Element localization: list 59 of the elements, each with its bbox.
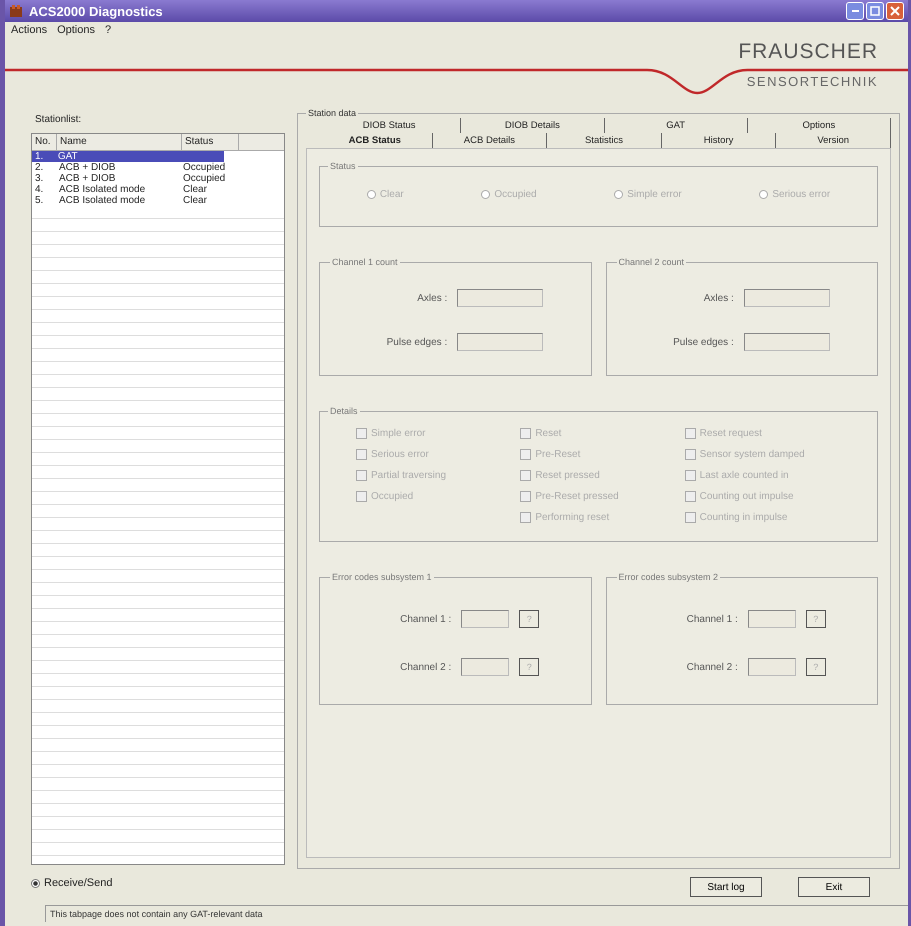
table-cell-text: Occupied: [182, 162, 226, 173]
field-label: Axles :: [702, 292, 734, 304]
table-cell-text: 2.: [34, 162, 44, 173]
menu-item[interactable]: Options: [57, 24, 95, 36]
group-label: Details: [329, 406, 359, 416]
dialog-button[interactable]: Start log: [690, 877, 762, 897]
tab[interactable]: DIOB Details: [461, 118, 604, 133]
logo-text: FRAUSCHER: [738, 40, 878, 64]
field-label: Channel 1 :: [686, 614, 738, 624]
table-cell-text: ACB Isolated mode: [58, 195, 146, 206]
close-icon: [890, 6, 900, 16]
field-label: Pulse edges :: [672, 336, 734, 348]
group-label: Error codes subsystem 2: [618, 572, 720, 582]
table-cell-text: Clear: [182, 195, 208, 206]
app-icon: [9, 4, 23, 18]
station-row[interactable]: 5. ACB Isolated mode Clear: [32, 195, 284, 206]
group-label: Channel 2 count: [618, 257, 686, 267]
stationlist-label: Stationlist:: [35, 114, 82, 125]
status-bar: This tabpage does not contain any GAT-relevant data: [45, 905, 908, 922]
group-label: Station data: [307, 108, 358, 118]
tab[interactable]: GAT: [604, 118, 748, 133]
group-label: Channel 1 count: [331, 257, 399, 267]
table-cell-text: 3.: [34, 173, 44, 184]
station-row[interactable]: 3. ACB + DIOB Occupied: [32, 173, 284, 184]
station-row[interactable]: 2. ACB + DIOB Occupied: [32, 162, 284, 173]
table-cell-text: Occupied: [182, 173, 226, 184]
group-label: Error codes subsystem 1: [331, 572, 433, 582]
field-label: Channel 1 :: [399, 614, 452, 624]
logo-subtitle: SENSORTECHNIK: [746, 74, 878, 89]
tab[interactable]: Options: [748, 118, 891, 133]
tab[interactable]: DIOB Status: [318, 118, 462, 133]
maximize-icon: [870, 6, 880, 16]
table-cell-text: 1.: [34, 151, 44, 162]
field-label: Pulse edges :: [386, 336, 448, 348]
column-header[interactable]: No.: [32, 134, 57, 150]
dialog-button[interactable]: Exit: [798, 877, 870, 897]
field-label: Axles :: [416, 292, 448, 304]
table-cell-text: 5.: [34, 195, 44, 206]
menu-item[interactable]: ?: [105, 24, 112, 36]
maximize-button[interactable]: [866, 2, 884, 20]
minimize-icon: [852, 10, 858, 12]
station-row[interactable]: 1. GAT: [32, 151, 224, 162]
table-cell-text: Clear: [182, 184, 208, 195]
table-cell-text: ACB Isolated mode: [58, 184, 146, 195]
table-cell-text: GAT: [56, 151, 79, 162]
field-label: Channel 2 :: [399, 662, 452, 672]
table-cell-text: ACB + DIOB: [58, 173, 116, 184]
group-label: Status: [329, 161, 357, 171]
table-cell-text: 4.: [34, 184, 44, 195]
station-row[interactable]: 4. ACB Isolated mode Clear: [32, 184, 284, 195]
field-label: Channel 2 :: [686, 662, 738, 672]
minimize-button[interactable]: [846, 2, 864, 20]
window-title: ACS2000 Diagnostics: [29, 4, 163, 18]
table-cell-text: ACB + DIOB: [58, 162, 116, 173]
column-header[interactable]: Name: [57, 134, 182, 150]
close-button[interactable]: [886, 2, 904, 20]
receive-send-radio[interactable]: Receive/Send: [31, 877, 285, 889]
column-header[interactable]: Status: [182, 134, 239, 150]
menu-item[interactable]: Actions: [11, 24, 48, 36]
